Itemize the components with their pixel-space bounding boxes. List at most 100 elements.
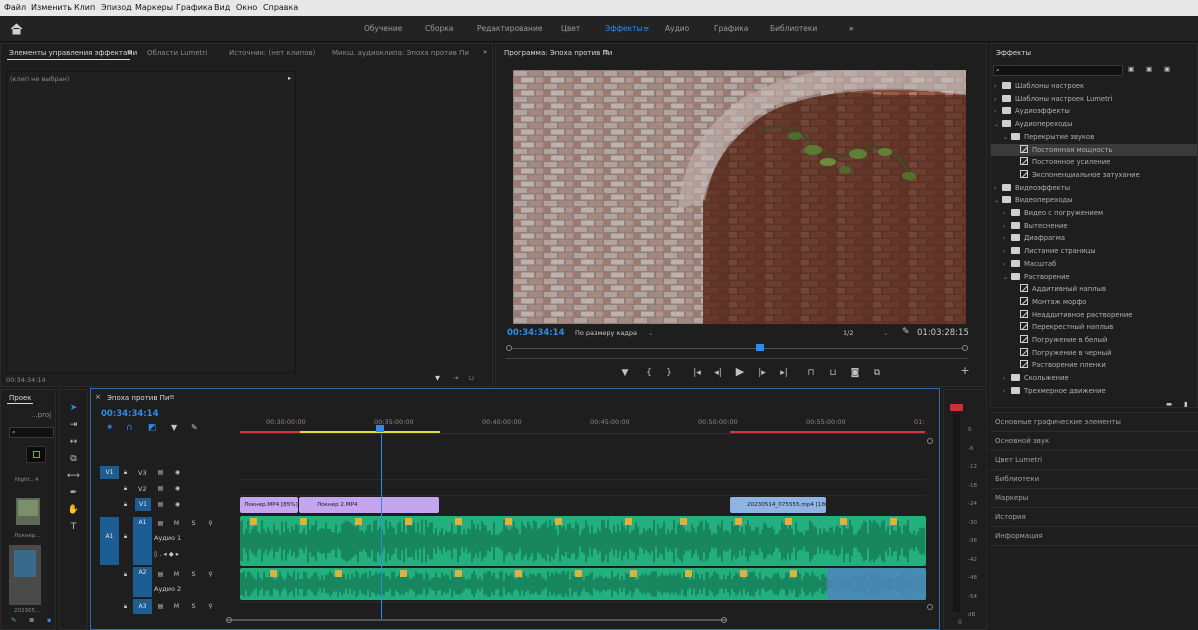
chevron-right-icon[interactable]: › <box>1003 246 1011 258</box>
keyframe-nav-icon[interactable]: ◊ . ◂ ◆ ▸ <box>154 550 179 558</box>
track-select-tool-icon[interactable]: ⇥ <box>67 419 80 431</box>
timeline-settings-icon[interactable]: ✎ <box>191 423 198 432</box>
expand-arrow-icon[interactable]: ▸ <box>288 74 291 82</box>
lift-icon[interactable]: ⊓ <box>805 367 817 379</box>
sync-lock-icon[interactable]: ▤ <box>154 466 167 479</box>
solo-a3[interactable]: S <box>187 600 200 613</box>
insert-nest-icon[interactable]: ⁕ <box>106 423 114 433</box>
workspace-editing[interactable]: Редактирование <box>477 16 542 42</box>
add-marker-timeline-icon[interactable]: ▼ <box>171 423 177 432</box>
track-a1-label[interactable]: A1 <box>133 517 152 565</box>
effect-item[interactable]: Неаддитивное растворение <box>991 309 1197 321</box>
play-icon[interactable]: ▶ <box>734 366 746 378</box>
effects-folder[interactable]: ⌄ Видеопереходы <box>991 194 1197 206</box>
effects-folder[interactable]: ⌄ Перекрытие звуков <box>991 131 1197 143</box>
delete-icon[interactable]: ▮ <box>1184 400 1188 408</box>
chevron-down-icon[interactable]: ⌄ <box>1003 272 1011 284</box>
lock-icon[interactable]: 🔒︎ <box>119 568 132 581</box>
panel-overflow-icon[interactable]: » <box>483 48 487 56</box>
track-a2-label[interactable]: A2 <box>133 567 152 597</box>
effects-folder[interactable]: › Видео с погружением <box>991 207 1197 219</box>
lock-icon[interactable]: 🔒︎ <box>119 600 132 613</box>
resolution-dropdown[interactable]: 1/2 <box>843 329 853 337</box>
effects-folder[interactable]: ⌄ Аудиопереходы <box>991 118 1197 130</box>
video-clip[interactable]: 20230514_075555.mp4 [180 <box>730 497 826 513</box>
effects-folder[interactable]: › Вытеснение <box>991 220 1197 232</box>
effect-item[interactable]: Постоянная мощность <box>991 143 1197 156</box>
effects-folder[interactable]: › Скольжение <box>991 372 1197 384</box>
go-to-out-icon[interactable]: ▸| <box>778 367 790 379</box>
effect-item[interactable]: Погружение в черный <box>991 347 1197 359</box>
tab-lumetri-scopes[interactable]: Области Lumetri <box>147 49 207 57</box>
track-v1-label[interactable]: V1 <box>135 498 151 511</box>
effects-folder[interactable]: › Аудиоэффекты <box>991 105 1197 117</box>
effects-folder[interactable]: › Листание страницы <box>991 245 1197 257</box>
mark-in-icon[interactable]: { <box>644 367 654 379</box>
razor-tool-icon[interactable]: ⧉ <box>67 453 80 465</box>
section-libraries[interactable]: Библиотеки <box>990 469 1198 488</box>
step-forward-icon[interactable]: |▸ <box>756 367 768 379</box>
mute-a3[interactable]: M <box>170 600 183 613</box>
fx-badge-icon[interactable] <box>685 570 692 577</box>
list-view-icon[interactable]: ≣ <box>29 616 34 624</box>
go-to-in-icon[interactable]: |◂ <box>691 367 703 379</box>
filter-icon[interactable]: ▼ <box>435 374 440 382</box>
chevron-right-icon[interactable]: › <box>1003 233 1011 245</box>
effects-folder[interactable]: › Шаблоны настроек Lumetri <box>991 93 1197 105</box>
chevron-down-icon[interactable]: ⌄ <box>994 119 1002 131</box>
menu-file[interactable]: Файл <box>4 0 26 16</box>
track-a3-label[interactable]: A3 <box>133 599 152 614</box>
fx-badge-icon[interactable] <box>515 570 522 577</box>
mute-a1[interactable]: M <box>170 517 183 530</box>
effects-folder[interactable]: › Видеоэффекты <box>991 182 1197 194</box>
chevron-right-icon[interactable]: › <box>994 106 1002 118</box>
fx-badge-icon[interactable] <box>455 518 462 525</box>
fx-badge-icon[interactable] <box>270 570 277 577</box>
settings-wrench-icon[interactable]: ✎ <box>902 327 910 337</box>
clip-thumbnail-2023[interactable] <box>9 545 41 605</box>
chevron-right-icon[interactable]: › <box>1003 386 1011 398</box>
section-essential-sound[interactable]: Основной звук <box>990 431 1198 450</box>
source-patch-v1[interactable]: V1 <box>100 466 119 479</box>
effects-search-input[interactable]: ⌕ <box>993 65 1123 76</box>
fx-badge-icon[interactable] <box>890 518 897 525</box>
fx-badge-icon[interactable] <box>505 518 512 525</box>
lock-icon[interactable]: 🔒︎ <box>119 530 132 543</box>
eye-icon[interactable]: ◉ <box>171 482 184 495</box>
menu-clip[interactable]: Клип <box>74 0 95 16</box>
tab-menu-icon[interactable]: ≡ <box>127 48 133 56</box>
meter-slider-value[interactable]: 0 <box>958 619 962 626</box>
chevron-right-icon[interactable]: › <box>994 81 1002 93</box>
chevron-right-icon[interactable]: › <box>994 183 1002 195</box>
track-a1-voiceover-icon[interactable]: ▤ <box>154 517 167 530</box>
export-frame-camera-icon[interactable]: ◙ <box>849 367 861 379</box>
type-tool-icon[interactable]: T <box>67 521 80 533</box>
menu-help[interactable]: Справка <box>263 0 298 16</box>
section-info[interactable]: Информация <box>990 526 1198 545</box>
solo-a2[interactable]: S <box>187 568 200 581</box>
fx-badge-icon[interactable] <box>575 570 582 577</box>
audio-clip-a1[interactable] <box>240 516 926 566</box>
menu-view[interactable]: Вид <box>214 0 230 16</box>
sync-lock-icon[interactable]: ▤ <box>154 498 167 511</box>
accelerated-effects-icon[interactable]: ▣ <box>1128 65 1134 73</box>
program-scrubber[interactable] <box>506 344 968 352</box>
fx-badge-icon[interactable] <box>735 518 742 525</box>
button-editor-plus-icon[interactable]: + <box>959 365 971 377</box>
fx-badge-icon[interactable] <box>740 570 747 577</box>
new-bin-icon[interactable]: ▬ <box>1166 400 1172 408</box>
fx-badge-icon[interactable] <box>840 518 847 525</box>
timeline-horizontal-scrollbar[interactable] <box>101 617 927 623</box>
workspace-effects[interactable]: Эффекты <box>605 16 643 42</box>
track-area[interactable]: Локнер.MP4 [85%] Локнер 2.MP4 20230514_0… <box>240 434 926 619</box>
fx-badge-icon[interactable] <box>335 570 342 577</box>
slip-tool-icon[interactable]: ⟷ <box>67 470 80 482</box>
workspace-learning[interactable]: Обучение <box>364 16 402 42</box>
eye-icon[interactable]: ◉ <box>171 466 184 479</box>
add-marker-icon[interactable]: ▼ <box>620 367 630 379</box>
lock-icon[interactable]: 🔒︎ <box>119 482 132 495</box>
panel-icon[interactable]: ⊔ <box>469 374 474 382</box>
fx-badge-icon[interactable] <box>400 570 407 577</box>
pen-tool-icon[interactable]: ✒ <box>67 487 80 499</box>
program-timecode[interactable]: 00:34:34:14 <box>507 328 565 338</box>
